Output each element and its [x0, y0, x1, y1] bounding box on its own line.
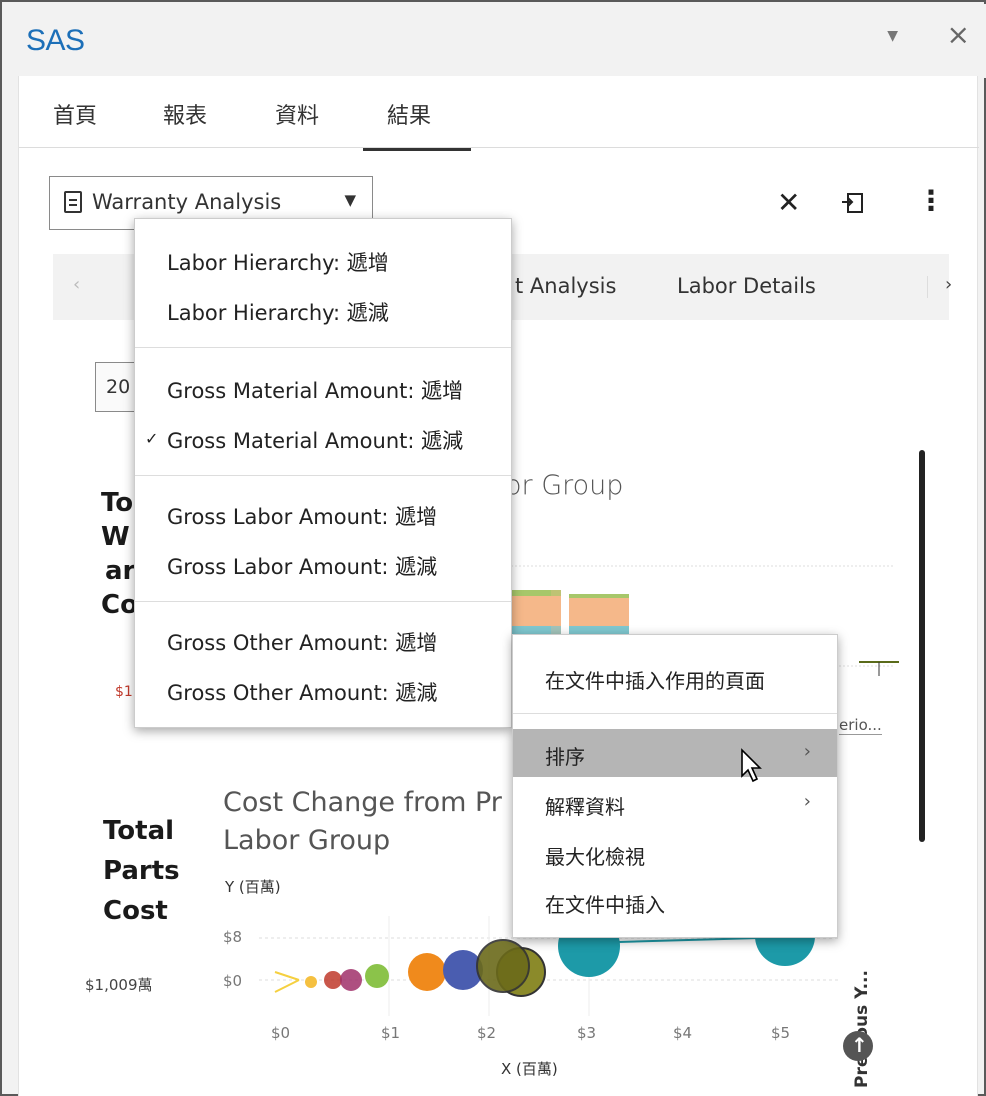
bubble: [324, 971, 342, 989]
mouse-pointer-icon: [741, 748, 762, 783]
chart-title: or Group: [505, 470, 624, 501]
app-title: SAS: [26, 24, 85, 57]
more-options-icon[interactable]: ⋮: [917, 184, 945, 217]
bubble: [340, 969, 362, 991]
y-tick-label: $0: [223, 972, 242, 990]
chart-title-line: Cost Change from Pr: [223, 787, 502, 818]
menu-divider: [135, 347, 511, 348]
sort-dropdown-menu: Labor Hierarchy: 遞增 Labor Hierarchy: 遞減 …: [134, 218, 512, 728]
checkmark-icon: ✓: [145, 429, 159, 448]
kpi-title-line: To: [101, 488, 134, 518]
menu-item-insert-in-document[interactable]: 在文件中插入: [513, 877, 837, 925]
bubble: [408, 953, 446, 991]
tab-data[interactable]: 資料: [275, 98, 319, 130]
close-report-icon[interactable]: ✕: [777, 186, 800, 219]
kpi-title-line: Parts: [103, 856, 180, 886]
bar-highlight: [551, 590, 561, 636]
report-selector-label: Warranty Analysis: [92, 190, 282, 214]
bar-segment-orange: [569, 598, 629, 626]
sort-option-labor-hierarchy-desc[interactable]: Labor Hierarchy: 遞減: [167, 297, 389, 327]
chart-title-line: Labor Group: [223, 825, 391, 856]
previous-year-text: Previous Y...: [852, 970, 872, 1088]
tab-home[interactable]: 首頁: [53, 98, 97, 130]
change-arrow: [618, 937, 760, 943]
page-tab-analysis[interactable]: t Analysis: [515, 274, 616, 298]
x-tick-label: $5: [771, 1024, 791, 1042]
chevron-down-icon: ▼: [344, 191, 356, 209]
sort-option-gross-labor-asc[interactable]: Gross Labor Amount: 遞增: [167, 501, 437, 531]
menu-item-explain-data[interactable]: 解釋資料 ›: [513, 779, 837, 827]
sort-option-gross-other-desc[interactable]: Gross Other Amount: 遞減: [167, 677, 437, 707]
title-bar: SAS ▼ ×: [4, 4, 986, 78]
close-pane-icon[interactable]: ×: [947, 18, 970, 51]
x-tick-label: $3: [577, 1024, 597, 1042]
change-arrow: [274, 971, 300, 981]
previous-page-chevron-icon[interactable]: ‹: [73, 274, 80, 295]
x-tick-label: $4: [673, 1024, 693, 1042]
sort-option-labor-hierarchy-asc[interactable]: Labor Hierarchy: 遞增: [167, 247, 389, 277]
menu-divider: [135, 601, 511, 602]
menu-item-label: 最大化檢視: [545, 845, 645, 869]
year-filter-value: 20: [106, 376, 131, 398]
bar-segment-green: [569, 594, 629, 598]
tab-divider: [927, 276, 928, 298]
x-tick-label: $0: [271, 1024, 291, 1042]
x-axis-label-truncated: erio...: [839, 716, 882, 735]
y-tick-label: $8: [223, 928, 242, 946]
change-arrow: [274, 979, 300, 993]
pane-options-chevron-down-icon[interactable]: ▼: [887, 28, 898, 44]
menu-item-label: 在文件中插入作用的頁面: [545, 669, 765, 693]
x-axis-label: X (百萬): [501, 1060, 558, 1078]
document-icon: [64, 191, 82, 213]
tab-reports[interactable]: 報表: [163, 98, 207, 130]
kpi-value: $1,009萬: [85, 976, 153, 994]
sort-option-gross-material-desc[interactable]: Gross Material Amount: 遞減: [167, 425, 463, 455]
menu-divider: [513, 713, 837, 714]
ribbon-tabs: 首頁 報表 資料 結果: [19, 76, 979, 151]
menu-item-sort[interactable]: 排序 ›: [513, 729, 837, 777]
menu-divider: [135, 475, 511, 476]
chevron-right-icon: ›: [803, 741, 811, 762]
sort-option-gross-material-asc[interactable]: Gross Material Amount: 遞增: [167, 375, 463, 405]
bubble: [365, 964, 389, 988]
bubble: [305, 976, 317, 988]
kpi-title-line: Total: [103, 816, 175, 846]
next-page-chevron-icon[interactable]: ›: [945, 274, 952, 295]
kpi-title-line: Co: [101, 590, 138, 620]
y-axis-label: Y (百萬): [225, 878, 281, 896]
x-tick-label: $2: [477, 1024, 497, 1042]
menu-item-label: 在文件中插入: [545, 893, 665, 917]
chart-title: Cost Change from Pr Labor Group: [223, 784, 502, 860]
menu-item-insert-active-page[interactable]: 在文件中插入作用的頁面: [513, 653, 837, 701]
vertical-scrollbar[interactable]: [919, 450, 925, 842]
chevron-right-icon: ›: [803, 791, 811, 812]
kpi-title-line: W: [101, 522, 130, 552]
x-tick-label: $1: [381, 1024, 401, 1042]
menu-item-label: 解釋資料: [545, 795, 625, 819]
tab-results[interactable]: 結果: [363, 98, 471, 151]
sort-option-gross-other-asc[interactable]: Gross Other Amount: 遞增: [167, 627, 437, 657]
context-menu: 在文件中插入作用的頁面 排序 › 解釋資料 › 最大化檢視 在文件中插入: [512, 634, 838, 938]
x-axis-ticks: $0 $1 $2 $3 $4 $5: [271, 1024, 831, 1048]
pop-out-icon[interactable]: [839, 188, 869, 218]
sort-option-gross-labor-desc[interactable]: Gross Labor Amount: 遞減: [167, 551, 437, 581]
menu-item-label: 排序: [545, 745, 585, 769]
kpi-title-line: Cost: [103, 896, 168, 926]
menu-item-maximize-view[interactable]: 最大化檢視: [513, 829, 837, 877]
kpi-title-line: ar: [105, 556, 136, 586]
page-tab-labor-details[interactable]: Labor Details: [677, 274, 816, 298]
bubble: [476, 939, 530, 993]
previous-year-arrow-icon[interactable]: [843, 1031, 873, 1061]
